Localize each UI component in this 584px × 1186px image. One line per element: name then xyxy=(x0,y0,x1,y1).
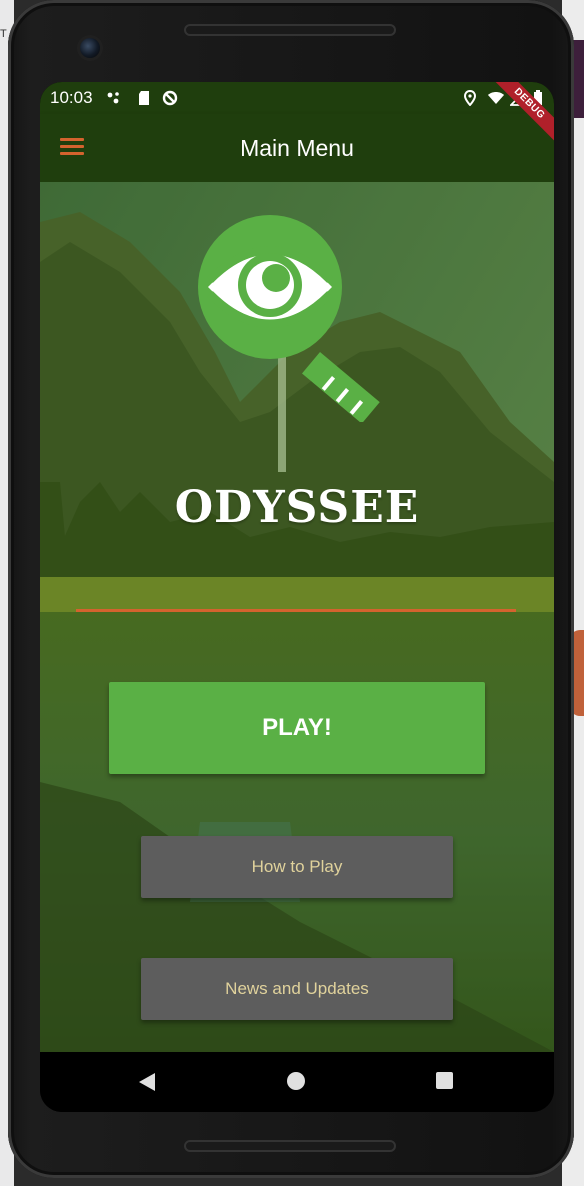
back-icon[interactable] xyxy=(137,1072,157,1092)
magnifier-eye-icon xyxy=(198,215,380,422)
bottom-speaker xyxy=(184,1140,396,1152)
app-logo-wordmark: ODYSSEE xyxy=(174,482,420,533)
location-icon xyxy=(463,90,477,106)
how-to-play-button[interactable]: How to Play xyxy=(141,836,453,898)
app-bar: Main Menu xyxy=(40,114,554,182)
sd-card-icon xyxy=(139,91,149,105)
earpiece-speaker xyxy=(184,24,396,36)
home-icon[interactable] xyxy=(287,1072,305,1090)
play-button[interactable]: PLAY! xyxy=(109,682,485,774)
recents-icon[interactable] xyxy=(436,1072,453,1089)
main-content: ODYSSEE PLAY! How to Play News and Updat… xyxy=(40,182,554,1052)
system-navigation-bar xyxy=(40,1052,554,1112)
phone-screen: 10:03 Main Menu DEBUG ODYSSEE PLAY! How … xyxy=(40,82,554,1112)
status-time: 10:03 xyxy=(50,88,93,107)
page-title: Main Menu xyxy=(240,135,354,161)
news-and-updates-button[interactable]: News and Updates xyxy=(141,958,453,1020)
orange-divider xyxy=(76,609,516,612)
notification-dots-icon xyxy=(107,92,119,104)
wifi-icon xyxy=(488,92,504,104)
blocked-icon xyxy=(162,90,178,106)
status-bar: 10:03 xyxy=(40,82,554,114)
front-camera xyxy=(80,38,100,58)
phone-frame: 10:03 Main Menu DEBUG ODYSSEE PLAY! How … xyxy=(8,0,574,1178)
